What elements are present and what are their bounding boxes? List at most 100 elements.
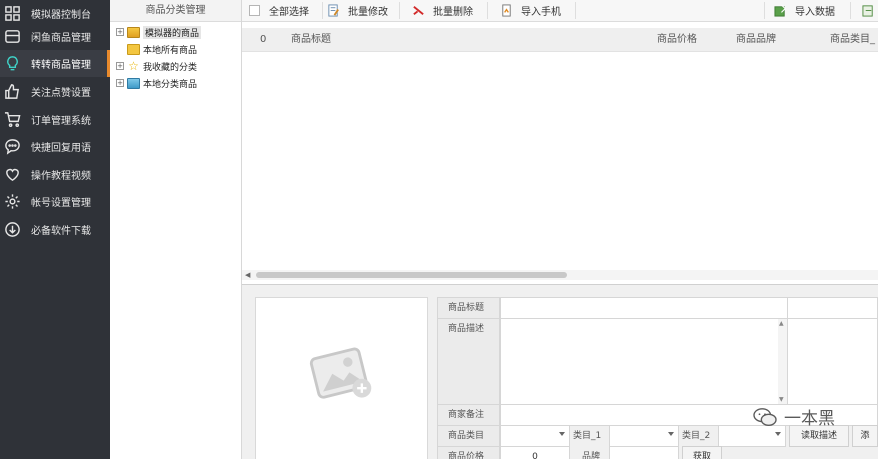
category-1-select[interactable] [609,425,679,447]
brand-label: 品牌 [582,452,601,459]
category-2-label: 类目_2 [682,431,711,441]
sidebar-item-label: 转转商品管理 [31,60,91,71]
select-all-button[interactable]: 全部选择 [248,0,309,21]
column-header-brand[interactable]: 商品品牌 [736,28,776,52]
watermark-text: 一本黑 [784,409,835,429]
description-label: 商品描述 [437,318,500,405]
sidebar-item-label: 快捷回复用语 [31,143,91,154]
description-scrollbar[interactable]: ▲ ▼ [778,319,787,404]
category-select[interactable] [500,425,570,447]
folder-icon [127,43,140,55]
expand-toggle[interactable]: + [116,79,124,87]
import-data-icon [774,4,787,17]
description-textarea[interactable]: ▲ ▼ [500,318,788,405]
title-label: 商品标题 [437,297,500,319]
title-input[interactable] [500,297,788,319]
description-extra-field[interactable] [787,318,878,405]
sidebar-item-label: 订单管理系统 [31,116,91,127]
sidebar-item-zhuanzhuan-products[interactable]: 转转商品管理 [0,50,110,77]
scroll-down-icon[interactable]: ▼ [779,396,784,403]
batch-edit-button[interactable]: 批量修改 [327,0,388,21]
category-folder-icon [127,77,140,89]
tree-node-all-local-products[interactable]: 本地所有商品 [116,41,197,57]
title-extra-field[interactable] [787,297,878,319]
import-phone-button[interactable]: 导入手机 [500,0,561,21]
column-header-title[interactable]: 商品标题 [291,28,331,52]
grid-icon [3,5,21,23]
sidebar-item-label: 关注点赞设置 [31,88,91,99]
category-label: 商品类目 [437,425,500,447]
brand-input[interactable] [609,446,679,459]
toolbar-divider [322,2,323,19]
toolbar-divider [575,2,576,19]
tree-node-local-category-products[interactable]: + 本地分类商品 [116,75,197,91]
sidebar-item-label: 模拟器控制台 [31,10,91,21]
batch-delete-label: 批量删除 [433,7,473,18]
gear-icon [3,193,21,211]
tree-node-simulator-products[interactable]: + 模拟器的商品 [116,24,202,40]
chevron-down-icon [668,432,674,436]
horizontal-scrollbar[interactable]: ◀ [242,270,878,280]
watermark: 一本黑 [752,404,835,429]
category-tree-panel: 商品分类管理 + 模拟器的商品 本地所有商品 + ☆ 我收藏的分类 + 本地分类… [110,0,242,459]
toolbar-divider [850,2,851,19]
grid-header-row: 0 商品标题 商品价格 商品品牌 商品类目_ [242,28,878,52]
toolbar-divider [764,2,765,19]
tree-node-label: 本地分类商品 [143,79,198,90]
sidebar-item-follow-like-settings[interactable]: 关注点赞设置 [0,78,110,105]
batch-edit-label: 批量修改 [348,7,388,18]
column-header-category[interactable]: 商品类目_ [830,28,875,52]
import-phone-label: 导入手机 [521,7,561,18]
sidebar-item-account-settings[interactable]: 帐号设置管理 [0,188,110,215]
sidebar-item-label: 操作教程视频 [31,171,91,182]
lightbulb-icon [3,55,21,73]
thumbs-up-icon [3,83,21,101]
delete-icon [412,4,425,17]
chevron-down-icon [775,432,781,436]
product-grid[interactable]: 0 商品标题 商品价格 商品品牌 商品类目_ [242,22,878,284]
sidebar-item-label: 闲鱼商品管理 [31,33,91,44]
sidebar-item-software-download[interactable]: 必备软件下载 [0,216,110,243]
import-phone-icon [500,4,513,17]
wechat-icon [753,407,777,426]
column-header-index[interactable]: 0 [260,28,266,52]
checkbox-icon[interactable] [248,4,261,17]
price-input[interactable]: 0 [500,446,570,459]
sidebar-item-label: 必备软件下载 [31,226,91,237]
scroll-left-icon[interactable]: ◀ [245,271,250,279]
store-folder-icon [127,26,140,38]
fetch-button[interactable]: 获取 [682,446,722,459]
toolbar-divider [399,2,400,19]
cart-icon [3,111,21,129]
add-button[interactable]: 添 [852,425,878,447]
scroll-up-icon[interactable]: ▲ [779,320,784,327]
product-detail-panel: 商品标题 商品描述 ▲ ▼ 商家备注 商品类目 类目_1 类目_2 读取描述 添… [242,284,878,459]
import-data-button[interactable]: 导入数据 [774,0,835,21]
sidebar-item-tutorial-videos[interactable]: 操作教程视频 [0,161,110,188]
batch-delete-button[interactable]: 批量删除 [412,0,473,21]
product-image-box[interactable] [255,297,428,459]
merchant-note-label: 商家备注 [437,404,500,426]
toolbar-divider [487,2,488,19]
expand-toggle[interactable]: + [116,62,124,70]
sidebar-item-label: 帐号设置管理 [31,198,91,209]
column-header-price[interactable]: 商品价格 [657,28,697,52]
expand-toggle [116,45,124,53]
expand-toggle[interactable]: + [116,28,124,36]
tree-header: 商品分类管理 [110,0,241,22]
main-sidebar: 模拟器控制台 闲鱼商品管理 转转商品管理 关注点赞设置 订单管理系统 快捷回复用… [0,0,110,459]
tree-node-label: 我收藏的分类 [143,62,198,73]
tree-node-favorite-categories[interactable]: + ☆ 我收藏的分类 [116,58,197,74]
category-1-label: 类目_1 [573,431,602,441]
product-form: 商品标题 商品描述 ▲ ▼ 商家备注 商品类目 类目_1 类目_2 读取描述 添… [437,297,878,459]
toolbar: 全部选择 批量修改 批量删除 导入手机 导入数据 [242,0,878,22]
sidebar-item-order-management[interactable]: 订单管理系统 [0,106,110,133]
tree-node-label: 模拟器的商品 [143,25,202,39]
sidebar-item-xianyu-products[interactable]: 闲鱼商品管理 [0,23,110,50]
scrollbar-thumb[interactable] [256,272,567,278]
image-placeholder-icon [309,347,372,399]
export-data-button[interactable] [862,0,878,21]
price-label: 商品价格 [437,446,500,459]
heart-icon [3,166,21,184]
sidebar-item-quick-replies[interactable]: 快捷回复用语 [0,133,110,160]
